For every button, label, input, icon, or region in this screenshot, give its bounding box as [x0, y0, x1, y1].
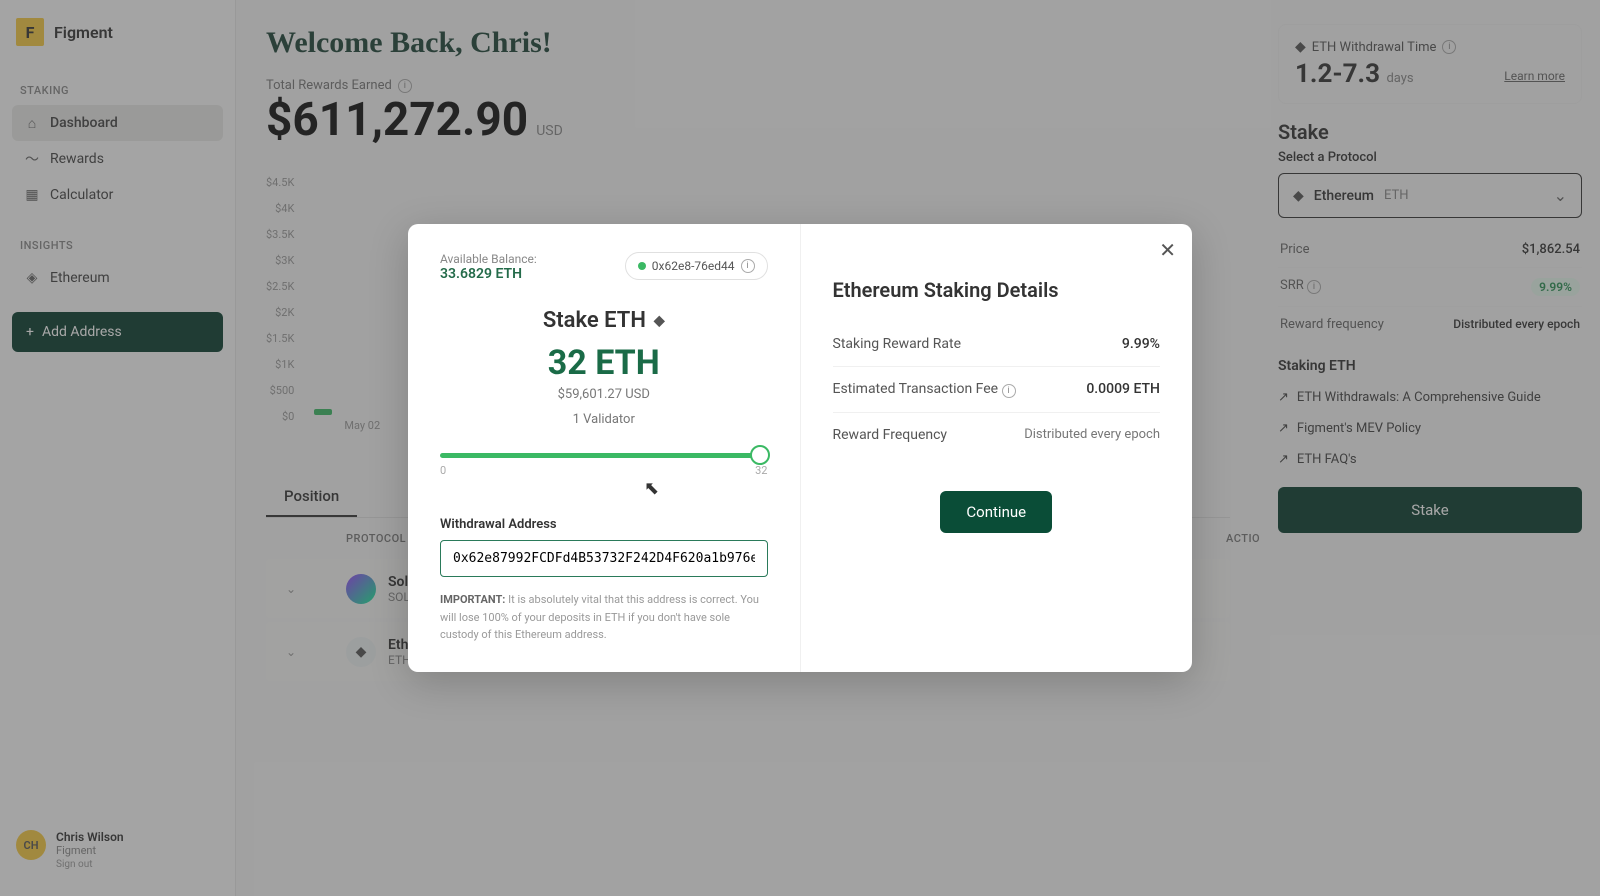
- balance-value: 33.6829 ETH: [440, 266, 537, 282]
- important-note: IMPORTANT: It is absolutely vital that t…: [440, 591, 768, 644]
- continue-button[interactable]: Continue: [940, 491, 1052, 533]
- withdrawal-address-input[interactable]: [440, 540, 768, 577]
- stake-amount: 32 ETH: [440, 343, 768, 383]
- close-button[interactable]: ✕: [1159, 238, 1176, 262]
- stake-modal: ✕ Available Balance: 33.6829 ETH 0x62e8-…: [408, 224, 1192, 672]
- modal-overlay[interactable]: ✕ Available Balance: 33.6829 ETH 0x62e8-…: [0, 0, 1600, 896]
- detail-fee: Estimated Transaction Fee i 0.0009 ETH: [833, 367, 1161, 413]
- slider-max: 32: [755, 464, 767, 477]
- address-short: 0x62e8-76ed44: [652, 259, 735, 273]
- details-title: Ethereum Staking Details: [833, 278, 1161, 302]
- stake-amount-usd: $59,601.27 USD: [440, 387, 768, 402]
- detail-freq: Reward Frequency Distributed every epoch: [833, 413, 1161, 457]
- ethereum-icon: ◆: [654, 313, 665, 329]
- status-dot-icon: [638, 262, 646, 270]
- slider-min: 0: [440, 464, 446, 477]
- validator-count: 1 Validator: [440, 412, 768, 427]
- amount-slider[interactable]: 0 32: [440, 453, 768, 477]
- stake-eth-title: Stake ETH ◆: [440, 308, 768, 333]
- info-icon[interactable]: i: [1002, 384, 1016, 398]
- withdrawal-address-label: Withdrawal Address: [440, 517, 768, 532]
- address-pill[interactable]: 0x62e8-76ed44 i: [625, 252, 768, 280]
- detail-rate: Staking Reward Rate 9.99%: [833, 322, 1161, 367]
- modal-right: Ethereum Staking Details Staking Reward …: [801, 224, 1193, 672]
- modal-left: Available Balance: 33.6829 ETH 0x62e8-76…: [408, 224, 801, 672]
- slider-thumb[interactable]: [750, 445, 770, 465]
- info-icon[interactable]: i: [741, 259, 755, 273]
- balance-label: Available Balance:: [440, 252, 537, 266]
